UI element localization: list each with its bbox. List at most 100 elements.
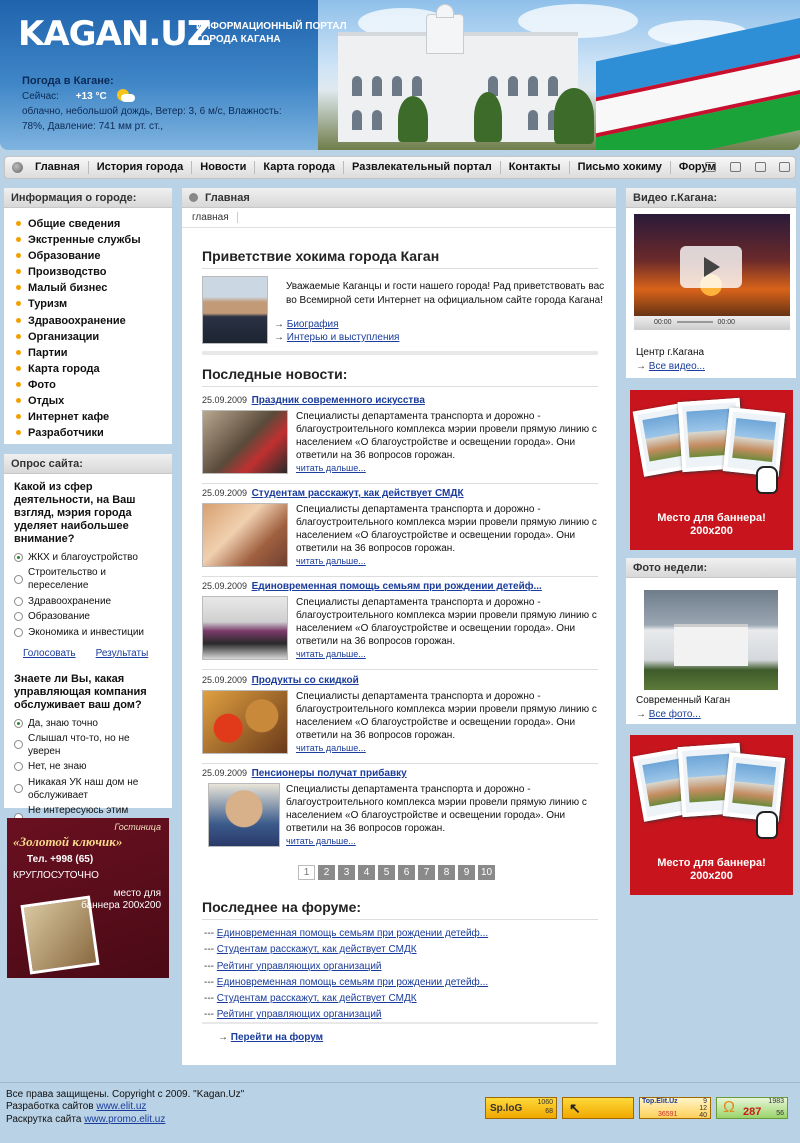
poll-option[interactable]: Образование (14, 610, 162, 623)
breadcrumb-item[interactable]: главная (192, 212, 238, 223)
nav-item-news[interactable]: Новости (192, 161, 256, 174)
footer: Все права защищены. Copyright c 2009. "K… (0, 1082, 800, 1143)
all-videos-link[interactable]: Все видео... (649, 361, 705, 372)
info-link[interactable]: Туризм (16, 296, 160, 312)
site-logo[interactable]: KAGAN.UZ (18, 14, 212, 54)
hotel-hours: КРУГЛОСУТОЧНО (13, 870, 99, 881)
news-title-link[interactable]: Единовременная помощь семьям при рождени… (252, 581, 542, 592)
info-link[interactable]: Карта города (16, 361, 160, 377)
city-info-panel: Информация о городе: Общие сведения Экст… (4, 188, 172, 444)
info-link[interactable]: Здравоохранение (16, 313, 160, 329)
nav-item-home[interactable]: Главная (27, 161, 89, 174)
radio-button[interactable] (14, 784, 23, 794)
photo-week-image[interactable] (644, 590, 778, 690)
info-link[interactable]: Образование (16, 248, 160, 264)
forum-topic-link[interactable]: Единовременная помощь семьям при рождени… (217, 928, 488, 939)
info-link[interactable]: Общие сведения (16, 216, 160, 232)
news-photo[interactable] (202, 503, 288, 567)
news-photo[interactable] (202, 410, 288, 474)
info-link[interactable]: Интернет кафе (16, 409, 160, 425)
page-button[interactable]: 6 (398, 865, 415, 880)
forum-topic-link[interactable]: Студентам расскажут, как действует СМДК (217, 944, 417, 955)
promo-link[interactable]: www.promo.elit.uz (84, 1114, 165, 1125)
home-icon[interactable] (705, 162, 716, 172)
poll-option[interactable]: Здравоохранение (14, 595, 162, 608)
info-link[interactable]: Экстренные службы (16, 232, 160, 248)
news-item: 25.09.2009 Праздник современного искусст… (202, 395, 598, 484)
horseshoe-counter[interactable]: Ω 1983 287 56 (716, 1097, 788, 1119)
info-link[interactable]: Разработчики (16, 425, 160, 441)
poll-option[interactable]: Нет, не знаю (14, 760, 162, 773)
radio-button[interactable] (14, 718, 23, 728)
ad-banner[interactable]: Место для баннера! 200x200 (630, 735, 793, 895)
spylog-counter[interactable]: Sp.loG 1060 68 (485, 1097, 557, 1119)
go-to-forum-link[interactable]: Перейти на форум (231, 1032, 323, 1043)
arrow-counter[interactable]: ↖ (562, 1097, 634, 1119)
page-button[interactable]: 8 (438, 865, 455, 880)
mail-icon[interactable] (779, 162, 790, 172)
results-link[interactable]: Результаты (96, 648, 149, 659)
nav-item-letter[interactable]: Письмо хокиму (570, 161, 671, 174)
page-button[interactable]: 2 (318, 865, 335, 880)
page-button[interactable]: 4 (358, 865, 375, 880)
forum-topic-link[interactable]: Студентам расскажут, как действует СМДК (217, 993, 417, 1004)
page-button[interactable]: 9 (458, 865, 475, 880)
poll-option[interactable]: Никакая УК наш дом не обслуживает (14, 776, 162, 802)
forum-topic-link[interactable]: Рейтинг управляющих организаций (217, 961, 382, 972)
read-more-link[interactable]: читать дальше... (296, 463, 366, 473)
biography-link[interactable]: Биография (287, 319, 339, 330)
info-link[interactable]: Малый бизнес (16, 280, 160, 296)
info-link[interactable]: Партии (16, 345, 160, 361)
page-button[interactable]: 10 (478, 865, 495, 880)
poll-option[interactable]: Да, знаю точно (14, 717, 162, 730)
nav-item-entertainment[interactable]: Развлекательный портал (344, 161, 501, 174)
news-photo[interactable] (202, 690, 288, 754)
dev-link[interactable]: www.elit.uz (96, 1101, 146, 1112)
read-more-link[interactable]: читать дальше... (296, 556, 366, 566)
news-photo[interactable] (202, 596, 288, 660)
read-more-link[interactable]: читать дальше... (286, 836, 356, 846)
radio-button[interactable] (14, 553, 23, 562)
page-button[interactable]: 5 (378, 865, 395, 880)
read-more-link[interactable]: читать дальше... (296, 649, 366, 659)
page-button[interactable]: 7 (418, 865, 435, 880)
news-title-link[interactable]: Праздник современного искусства (252, 395, 425, 406)
nav-item-history[interactable]: История города (89, 161, 193, 174)
news-title-link[interactable]: Продукты со скидкой (252, 675, 359, 686)
forum-topic-link[interactable]: Единовременная помощь семьям при рождени… (217, 977, 488, 988)
read-more-link[interactable]: читать дальше... (296, 743, 366, 753)
play-icon[interactable] (680, 246, 742, 288)
forum-topic-link[interactable]: Рейтинг управляющих организаций (217, 1009, 382, 1020)
radio-button[interactable] (14, 740, 23, 750)
info-link[interactable]: Организации (16, 329, 160, 345)
radio-button[interactable] (14, 762, 23, 772)
news-title-link[interactable]: Студентам расскажут, как действует СМДК (252, 488, 464, 499)
nav-item-map[interactable]: Карта города (255, 161, 345, 174)
poll-option[interactable]: Слышал что-то, но не уверен (14, 732, 162, 758)
ad-banner[interactable]: Место для баннера! 200x200 (630, 390, 793, 550)
radio-button[interactable] (14, 574, 23, 584)
poll-option[interactable]: Экономика и инвестиции (14, 626, 162, 639)
info-link[interactable]: Производство (16, 264, 160, 280)
hotel-advert[interactable]: Гостиница «Золотой ключик» Тел. +998 (65… (7, 818, 169, 978)
radio-button[interactable] (14, 596, 23, 606)
poll-option[interactable]: Строительство и переселение (14, 566, 162, 592)
topelit-counter[interactable]: Top.Elit.Uz 9 12 36591 40 (639, 1097, 711, 1119)
info-link[interactable]: Фото (16, 377, 160, 393)
poll-option[interactable]: ЖКХ и благоустройство (14, 551, 162, 564)
print-icon[interactable] (755, 162, 766, 172)
folder-icon[interactable] (730, 162, 741, 172)
page-button[interactable]: 1 (298, 865, 315, 880)
radio-button[interactable] (14, 627, 23, 637)
interviews-link[interactable]: Интерью и выступления (287, 332, 400, 343)
video-player[interactable]: 00:00 00:00 (634, 214, 790, 330)
radio-button[interactable] (14, 612, 23, 622)
video-controls[interactable]: 00:00 00:00 (634, 316, 790, 330)
page-button[interactable]: 3 (338, 865, 355, 880)
nav-item-contacts[interactable]: Контакты (501, 161, 570, 174)
vote-link[interactable]: Голосовать (23, 648, 76, 659)
info-link[interactable]: Отдых (16, 393, 160, 409)
news-title-link[interactable]: Пенсионеры получат прибавку (252, 768, 407, 779)
all-photos-link[interactable]: Все фото... (649, 709, 701, 720)
news-photo[interactable] (208, 783, 280, 847)
